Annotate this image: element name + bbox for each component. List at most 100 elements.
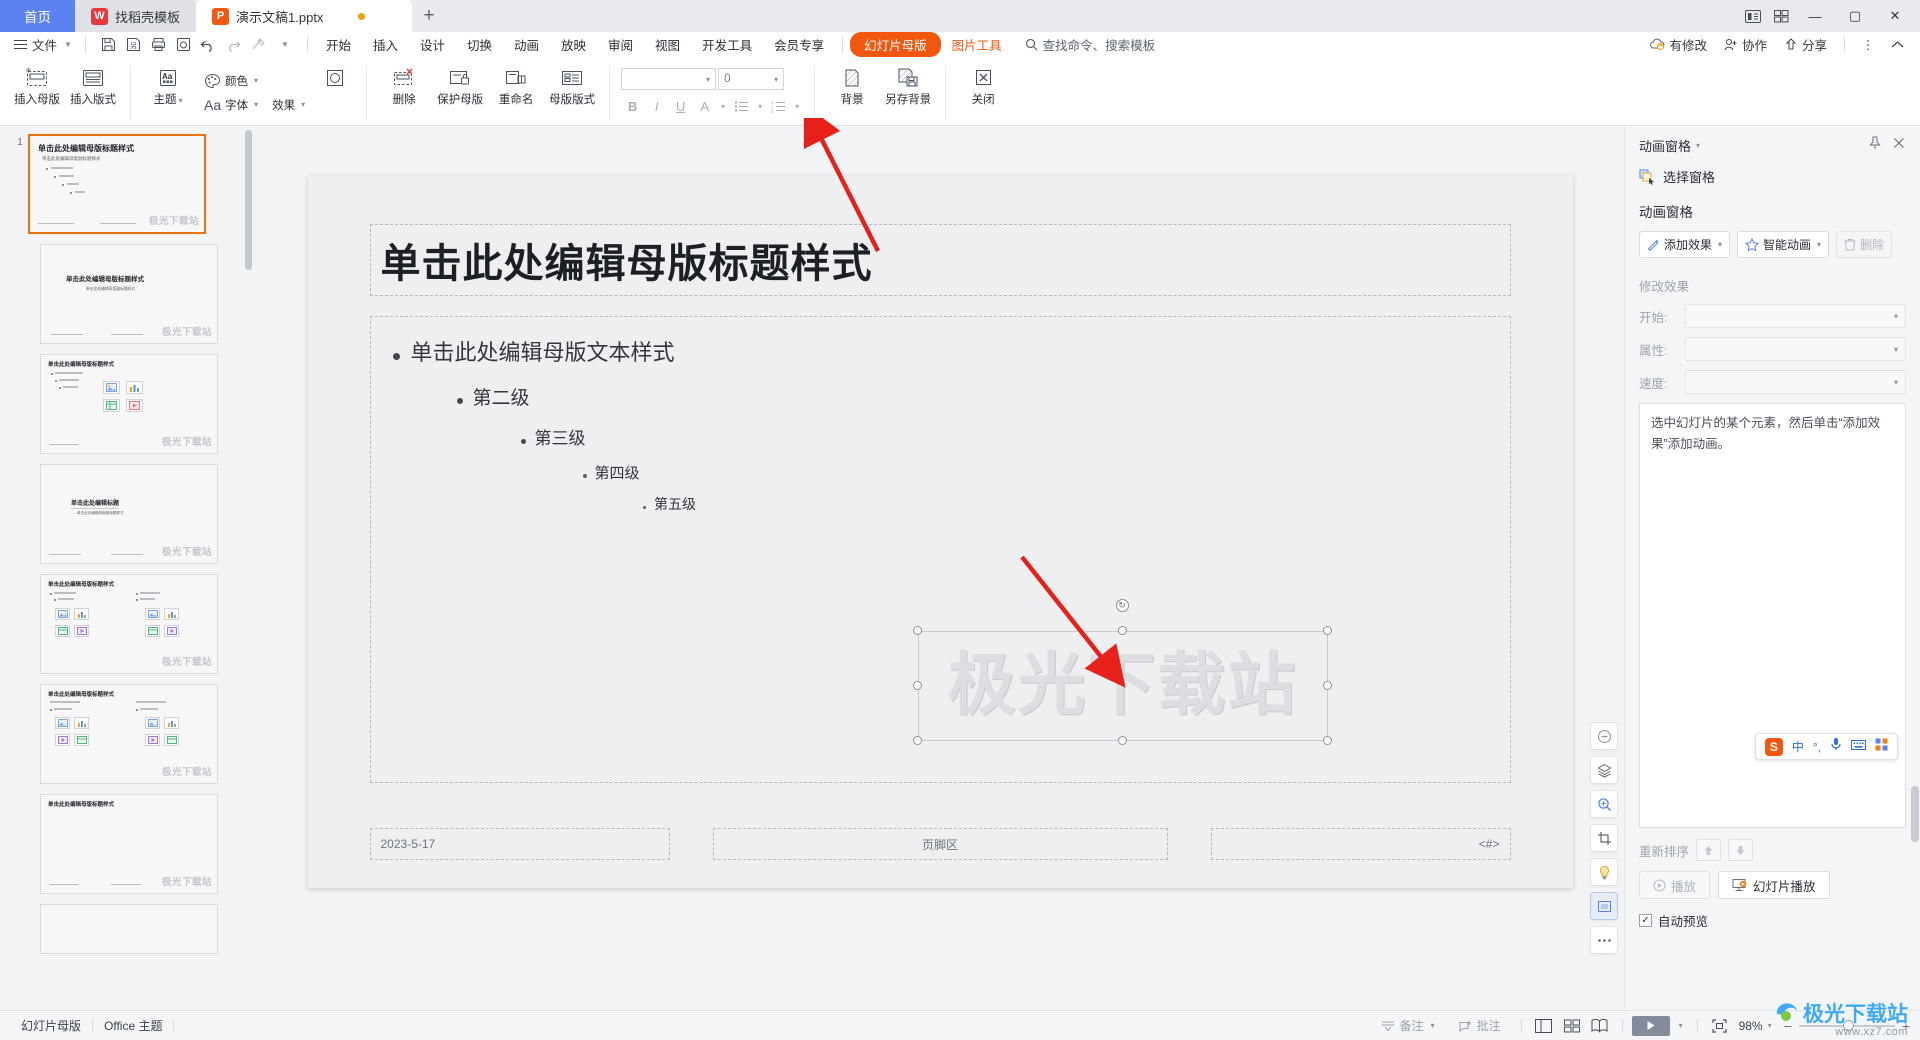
tab-picture-tools[interactable]: 图片工具 [941, 32, 1013, 57]
ime-language-toggle[interactable]: 中 [1792, 738, 1804, 755]
theme-effect-button[interactable]: 效果 ▾ [266, 94, 311, 116]
insert-layout-button[interactable]: 插入版式 [65, 60, 121, 125]
tab-insert[interactable]: 插入 [362, 32, 409, 57]
rotate-handle[interactable]: ↻ [1115, 599, 1129, 612]
reading-view-icon[interactable] [1587, 1015, 1613, 1037]
tab-list-icon[interactable] [1740, 3, 1766, 29]
slide-sorter-icon[interactable] [1559, 1015, 1585, 1037]
font-color-icon[interactable]: A [693, 95, 716, 117]
new-tab-button[interactable]: + [412, 0, 446, 32]
effects-button[interactable] [313, 60, 357, 125]
print-icon[interactable] [147, 34, 171, 56]
thumbnail-title-only-layout[interactable]: 单击此处编辑母版标题样式 极光下载站 [40, 794, 218, 894]
thumbnail-blank-layout[interactable] [40, 904, 218, 954]
tab-design[interactable]: 设计 [409, 32, 456, 57]
insert-master-button[interactable]: ✳ 插入母版 [9, 60, 65, 125]
title-placeholder[interactable]: 单击此处编辑母版标题样式 [369, 224, 1511, 296]
numbering-icon[interactable]: 123 [767, 95, 790, 117]
chevron-down-icon[interactable]: ▾ [717, 95, 729, 117]
chevron-down-icon[interactable]: ▾ [1696, 141, 1700, 150]
save-icon[interactable] [97, 34, 121, 56]
share-button[interactable]: 分享 [1777, 32, 1834, 57]
maximize-button[interactable]: ▢ [1836, 1, 1874, 31]
close-master-view-button[interactable]: 关闭 [955, 60, 1011, 125]
notes-button[interactable]: 备注 ▾ [1370, 1017, 1446, 1034]
tab-home[interactable]: 首页 [0, 0, 75, 32]
comment-button[interactable]: 批注 [1448, 1017, 1512, 1034]
tab-transition[interactable]: 切换 [456, 32, 503, 57]
collaborate-button[interactable]: 协作 [1717, 32, 1774, 57]
reduce-icon[interactable] [1590, 722, 1618, 750]
close-icon[interactable] [1892, 136, 1906, 155]
slide-canvas-area[interactable]: 单击此处编辑母版标题样式 单击此处编辑母版文本样式 第二级 第三级 第四级 第五… [256, 126, 1624, 1010]
minimize-button[interactable]: — [1796, 1, 1834, 31]
rename-button[interactable]: 重命名 [488, 60, 544, 125]
thumbnail-scrollbar[interactable] [245, 130, 252, 270]
background-button[interactable]: 背景 [824, 60, 880, 125]
arrow-down-icon[interactable] [1728, 839, 1754, 861]
delete-master-button[interactable]: 删除 [376, 60, 432, 125]
pin-icon[interactable] [1868, 136, 1882, 155]
chevron-down-icon[interactable]: ▾ [754, 95, 766, 117]
print-preview-icon[interactable] [172, 34, 196, 56]
delete-effect-button[interactable]: 删除 [1836, 231, 1893, 258]
bullets-icon[interactable] [730, 95, 753, 117]
watermark-text-object[interactable]: 极光下载站 ↻ [912, 599, 1332, 745]
zoom-out-button[interactable]: − [1784, 1018, 1792, 1034]
ime-status-bar[interactable]: S 中 °, [1754, 733, 1898, 760]
chevron-down-icon[interactable]: ▾ [1672, 1015, 1688, 1037]
tab-start[interactable]: 开始 [315, 32, 362, 57]
tab-slideshow[interactable]: 放映 [550, 32, 597, 57]
redo-icon[interactable] [222, 34, 246, 56]
animation-pane-scrollbar[interactable] [1911, 786, 1919, 842]
italic-icon[interactable]: I [645, 95, 668, 117]
normal-view-icon[interactable] [1531, 1015, 1557, 1037]
thumbnail-comparison-layout[interactable]: 单击此处编辑母版标题样式 极光下载站 [40, 684, 218, 784]
arrow-up-icon[interactable] [1696, 839, 1722, 861]
zoom-track[interactable] [1798, 1019, 1895, 1031]
zoom-slider[interactable]: − + [1784, 1018, 1910, 1034]
zoom-level[interactable]: 98% ▾ [1735, 1019, 1776, 1033]
master-layout-button[interactable]: 母版版式 [544, 60, 600, 125]
save-as-icon[interactable]: 另 [122, 34, 146, 56]
autopreview-checkbox[interactable]: ✓ 自动预览 [1639, 911, 1906, 930]
animation-list[interactable]: 选中幻灯片的某个元素，然后单击“添加效果”添加动画。 [1639, 403, 1906, 828]
add-effect-button[interactable]: 添加效果 ▾ [1639, 231, 1731, 258]
keyboard-icon[interactable] [1851, 738, 1866, 756]
bold-icon[interactable]: B [621, 95, 644, 117]
zoom-knob[interactable] [1842, 1019, 1854, 1031]
undo-icon[interactable] [197, 34, 221, 56]
format-painter-icon[interactable] [247, 34, 271, 56]
slide-thumbnail-panel[interactable]: 1 单击此处编辑母版标题样式 单击此处编辑母版副标题样式 极光下载站 单击此处编… [0, 126, 256, 1010]
font-name-input[interactable]: ▾ [621, 68, 717, 90]
more-tools-icon[interactable] [1590, 926, 1618, 954]
slideshow-button[interactable]: 幻灯片播放 [1718, 871, 1830, 899]
search-box[interactable]: 查找命令、搜索模板 [1025, 35, 1155, 54]
protect-master-button[interactable]: 保护母版 [432, 60, 488, 125]
resize-handle-mr[interactable] [1322, 681, 1332, 690]
property-select[interactable]: ▾ [1685, 337, 1906, 361]
apps-icon[interactable] [1875, 738, 1888, 756]
layers-icon[interactable] [1590, 756, 1618, 784]
resize-handle-bl[interactable] [912, 736, 922, 745]
underline-icon[interactable]: U [669, 95, 692, 117]
file-menu-button[interactable]: 文件 ▼ [8, 35, 78, 54]
slide-master-canvas[interactable]: 单击此处编辑母版标题样式 单击此处编辑母版文本样式 第二级 第三级 第四级 第五… [307, 176, 1573, 888]
tab-animation[interactable]: 动画 [503, 32, 550, 57]
resize-handle-bc[interactable] [1117, 736, 1127, 745]
thumbnail-scroll-track[interactable] [245, 126, 254, 1010]
more-qat-icon[interactable]: ▼ [272, 34, 296, 56]
thumbnail-title-layout[interactable]: 单击此处编辑母版标题样式 单击此处编辑母版副标题样式 极光下载站 [40, 244, 218, 344]
start-slideshow-button[interactable] [1631, 1015, 1670, 1036]
select-pane-button[interactable]: 选择窗格 [1639, 167, 1906, 186]
resize-handle-tc[interactable] [1117, 626, 1127, 635]
tab-member-exclusive[interactable]: 会员专享 [763, 32, 835, 57]
resize-handle-br[interactable] [1322, 736, 1332, 745]
crop-icon[interactable] [1590, 824, 1618, 852]
theme-button[interactable]: Aa 主题 ▾ [140, 60, 196, 125]
thumbnail-content-layout[interactable]: 单击此处编辑母版标题样式 极光下载站 [40, 354, 218, 454]
tab-presentation-1[interactable]: P 演示文稿1.pptx [196, 0, 413, 32]
ime-punctuation-toggle[interactable]: °, [1813, 740, 1821, 754]
cloud-sync-status[interactable]: 有修改 [1643, 32, 1714, 57]
theme-color-button[interactable]: 颜色 ▾ [198, 70, 311, 92]
